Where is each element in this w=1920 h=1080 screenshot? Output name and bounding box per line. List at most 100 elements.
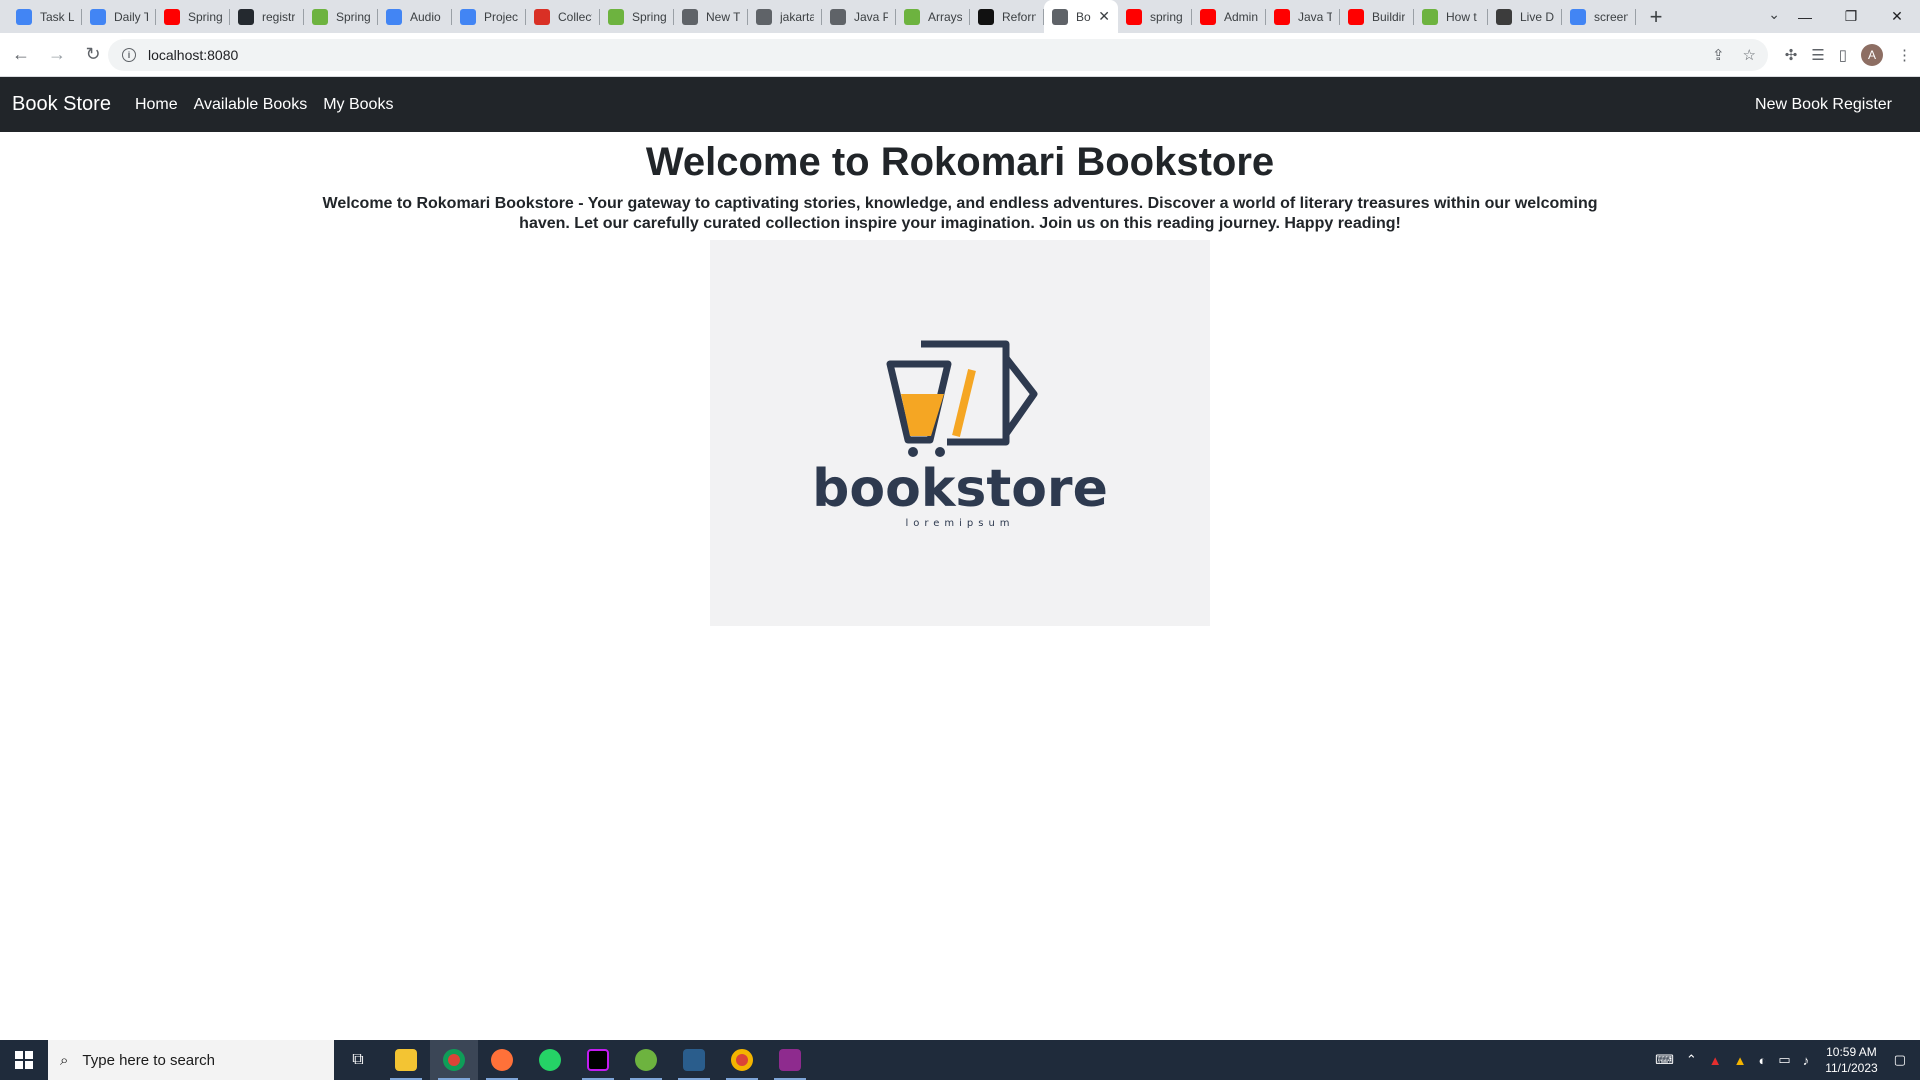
nav-link-my-books[interactable]: My Books: [323, 96, 393, 114]
whatsapp-icon[interactable]: [526, 1040, 574, 1080]
reload-icon[interactable]: ↻: [78, 40, 108, 70]
extensions-icon[interactable]: ✣: [1785, 46, 1798, 64]
browser-tab[interactable]: Java T: [1266, 0, 1340, 33]
tab-title: Collect: [558, 9, 592, 24]
browser-tab[interactable]: Spring: [156, 0, 230, 33]
tab-title: screen: [1594, 9, 1628, 24]
browser-tab[interactable]: registr: [230, 0, 304, 33]
url-text[interactable]: localhost:8080: [148, 47, 238, 63]
address-bar[interactable]: i localhost:8080 ⇪ ☆: [108, 39, 1768, 71]
restore-icon[interactable]: ❐: [1828, 8, 1874, 25]
chrome-profile-icon[interactable]: [718, 1040, 766, 1080]
tab-favicon-icon: [238, 8, 254, 25]
minimize-icon[interactable]: —: [1782, 9, 1828, 25]
browser-tab[interactable]: How t: [1414, 0, 1488, 33]
file-explorer-icon[interactable]: [382, 1040, 430, 1080]
browser-tab[interactable]: Reforn: [970, 0, 1044, 33]
tab-favicon-icon: [1200, 8, 1216, 25]
browser-tab[interactable]: Audio: [378, 0, 452, 33]
winrar-icon[interactable]: [766, 1040, 814, 1080]
back-icon[interactable]: ←: [6, 40, 36, 70]
browser-tab[interactable]: New T: [674, 0, 748, 33]
nav-link-available-books[interactable]: Available Books: [194, 96, 308, 114]
tab-title: registr: [262, 9, 296, 24]
tab-title: jakarta: [780, 9, 814, 24]
logo-wordmark: bookstore: [812, 459, 1108, 519]
chrome-icon[interactable]: [430, 1040, 478, 1080]
mysql-workbench-icon[interactable]: [670, 1040, 718, 1080]
show-hidden-icons-icon[interactable]: ⌃: [1686, 1052, 1697, 1068]
clock[interactable]: 10:59 AM 11/1/2023: [1825, 1044, 1878, 1076]
spring-tools-icon[interactable]: [622, 1040, 670, 1080]
browser-tab[interactable]: spring: [1118, 0, 1192, 33]
browser-tab[interactable]: jakarta: [748, 0, 822, 33]
tab-favicon-icon: [16, 8, 32, 25]
main-content: Welcome to Rokomari Bookstore Welcome to…: [0, 132, 1920, 1040]
tab-title: Task Li: [40, 9, 74, 24]
network-icon[interactable]: ▭: [1778, 1052, 1790, 1068]
app-navbar: Book Store Home Available Books My Books…: [0, 77, 1920, 132]
nav-link-home[interactable]: Home: [135, 96, 178, 114]
side-panel-icon[interactable]: ▯: [1839, 46, 1847, 64]
browser-tab[interactable]: Live D: [1488, 0, 1562, 33]
tab-favicon-icon: [386, 8, 402, 25]
new-tab-button[interactable]: +: [1642, 3, 1670, 31]
forward-icon[interactable]: →: [42, 40, 72, 70]
tab-title: Audio: [410, 9, 441, 24]
tab-search-icon[interactable]: ⌄: [1768, 6, 1780, 23]
bookstore-logo-image: bookstore loremipsum: [710, 240, 1210, 626]
taskbar-search-box[interactable]: ⌕ Type here to search: [48, 1040, 334, 1080]
browser-tab[interactable]: Task Li: [8, 0, 82, 33]
intellij-icon[interactable]: [574, 1040, 622, 1080]
tab-title: Spring: [188, 9, 222, 24]
tab-title: Spring: [336, 9, 370, 24]
tab-title: Bo: [1076, 9, 1091, 24]
tab-favicon-icon: [1348, 8, 1364, 25]
browser-tab[interactable]: Projec: [452, 0, 526, 33]
tab-title: Live D: [1520, 9, 1554, 24]
close-window-icon[interactable]: ✕: [1874, 8, 1920, 25]
system-tray: ⌨ ⌃ ▲ ▲ ◐ ▭ ♪ 10:59 AM 11/1/2023 ▢: [1649, 1040, 1920, 1080]
drive-tray-icon[interactable]: ▲: [1734, 1053, 1747, 1068]
tab-title: New T: [706, 9, 740, 24]
browser-tab[interactable]: screen: [1562, 0, 1636, 33]
browser-tab[interactable]: Spring: [304, 0, 378, 33]
tab-favicon-icon: [1496, 8, 1512, 25]
meet-tray-icon[interactable]: ◐: [1759, 1053, 1767, 1068]
taskbar-search-placeholder: Type here to search: [82, 1051, 215, 1069]
browser-tab[interactable]: Bo ✕: [1044, 0, 1118, 33]
tab-favicon-icon: [1052, 8, 1068, 25]
browser-tab[interactable]: Daily T: [82, 0, 156, 33]
menu-kebab-icon[interactable]: ⋮: [1897, 46, 1912, 64]
reading-list-icon[interactable]: ☰: [1811, 46, 1824, 64]
browser-tab[interactable]: Collect: [526, 0, 600, 33]
tab-title: Reforn: [1002, 9, 1036, 24]
share-icon[interactable]: ⇪: [1712, 46, 1725, 64]
tab-favicon-icon: [830, 8, 846, 25]
tab-title: Java T: [1298, 9, 1332, 24]
site-info-icon[interactable]: i: [122, 48, 136, 62]
navbar-brand[interactable]: Book Store: [12, 93, 111, 116]
profile-avatar[interactable]: A: [1861, 44, 1883, 66]
browser-tab[interactable]: Java Pi: [822, 0, 896, 33]
browser-tab[interactable]: Buildir: [1340, 0, 1414, 33]
acrobat-tray-icon[interactable]: ▲: [1709, 1053, 1722, 1068]
tab-title: Buildir: [1372, 9, 1406, 24]
volume-icon[interactable]: ♪: [1803, 1053, 1810, 1068]
windows-start-icon[interactable]: [0, 1040, 48, 1080]
task-view-icon[interactable]: ⧉: [334, 1040, 382, 1080]
tab-favicon-icon: [164, 8, 180, 25]
notifications-icon[interactable]: ▢: [1894, 1052, 1906, 1068]
browser-tab[interactable]: Admin: [1192, 0, 1266, 33]
firefox-icon[interactable]: [478, 1040, 526, 1080]
tab-title: Daily T: [114, 9, 148, 24]
tab-favicon-icon: [904, 8, 920, 25]
window-controls: — ❐ ✕: [1782, 0, 1920, 33]
nav-link-new-book-register[interactable]: New Book Register: [1755, 96, 1892, 114]
keyboard-icon[interactable]: ⌨: [1655, 1052, 1674, 1068]
browser-tab[interactable]: Spring: [600, 0, 674, 33]
bookmark-star-icon[interactable]: ☆: [1743, 46, 1756, 64]
tab-close-icon[interactable]: ✕: [1098, 8, 1110, 25]
logo-tagline: loremipsum: [905, 518, 1014, 529]
browser-tab[interactable]: Arrays: [896, 0, 970, 33]
